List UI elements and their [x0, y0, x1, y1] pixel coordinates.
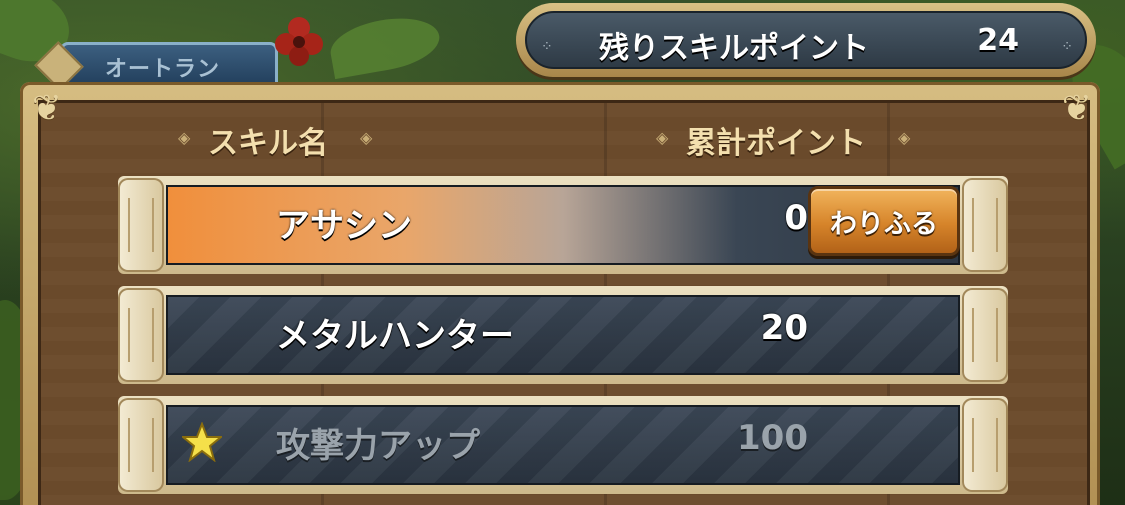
skill-points-label: 残りスキルポイント — [599, 31, 869, 66]
scroll-cap-right — [962, 288, 1008, 382]
skill-points-panel: ⁘ 残りスキルポイント 24 ⁘ — [525, 11, 1087, 69]
skill-name-header: スキル名 — [208, 126, 328, 161]
scroll-cap-left — [118, 288, 164, 382]
dots-decoration: ⁘ — [1061, 39, 1073, 55]
skill-name: メタルハンター — [276, 316, 514, 356]
dots-decoration: ⁘ — [541, 39, 553, 55]
auto-run-tab[interactable]: オートラン — [34, 41, 278, 91]
skill-row[interactable]: 攻撃力アップ 100 — [118, 396, 1008, 494]
skill-points-value: 24 — [977, 23, 1019, 58]
frame-corner-ornament: ❦ — [1061, 88, 1093, 129]
skill-points: 0 — [784, 198, 808, 238]
flower-decoration — [275, 17, 323, 66]
header-ornament: ◈ — [178, 128, 191, 147]
star-icon — [182, 422, 222, 462]
skill-screen: オートラン ⁘ 残りスキルポイント 24 ⁘ ❦ ❦ ◈ スキル名 ◈ ◈ 累計… — [0, 0, 1125, 505]
header-ornament: ◈ — [656, 128, 669, 147]
skill-name: 攻撃力アップ — [276, 426, 480, 466]
auto-run-label: オートラン — [105, 57, 221, 82]
scroll-cap-right — [962, 178, 1008, 272]
total-points-header: 累計ポイント — [686, 126, 866, 161]
assign-button-label: わりふる — [830, 209, 938, 240]
skill-row[interactable]: アサシン 0 わりふる — [118, 176, 1008, 274]
skill-name: アサシン — [276, 206, 412, 246]
skill-points: 100 — [737, 418, 808, 458]
assign-button[interactable]: わりふる — [808, 186, 960, 256]
scroll-cap-left — [118, 398, 164, 492]
header-ornament: ◈ — [360, 128, 373, 147]
skill-points: 20 — [760, 308, 808, 348]
scroll-cap-left — [118, 178, 164, 272]
foliage-decoration — [326, 10, 444, 80]
skill-points-banner: ⁘ 残りスキルポイント 24 ⁘ — [516, 3, 1096, 77]
skill-row[interactable]: メタルハンター 20 — [118, 286, 1008, 384]
scroll-cap-right — [962, 398, 1008, 492]
frame-corner-ornament: ❦ — [31, 88, 63, 129]
header-ornament: ◈ — [898, 128, 911, 147]
